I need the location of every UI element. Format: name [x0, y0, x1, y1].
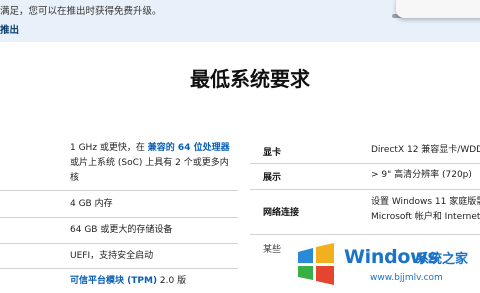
firmware-requirement: UEFI，支持安全启动: [70, 251, 154, 261]
divider: [0, 268, 238, 269]
watermark-url: www.bjjmlv.com: [370, 273, 443, 283]
tpm-version: 2.0 版: [157, 276, 187, 286]
divider: [250, 163, 480, 164]
banner-link[interactable]: 推出: [0, 22, 19, 36]
windows-logo-icon: [298, 243, 334, 285]
compatible-processor-link[interactable]: 兼容的 64 位处理器: [148, 143, 230, 153]
page-title: 最低系统要求: [190, 67, 310, 91]
promo-banner: 满足，您可以在推出时获得免费升级。 推出: [0, 0, 480, 42]
watermark-site-name: 系统之家: [416, 252, 469, 267]
processor-text-line2: 或片上系统 (SoC) 上具有 2 个或更多内: [70, 158, 229, 168]
display-value: > 9" 高清分辨率 (720p): [371, 170, 472, 180]
tpm-link[interactable]: 可信平台模块 (TPM): [70, 276, 157, 286]
graphics-value: DirectX 12 兼容显卡/WDDM: [371, 145, 480, 155]
divider: [0, 243, 238, 244]
processor-requirement: 1 GHz 或更快，在 兼容的 64 位处理器: [70, 141, 230, 156]
storage-requirement: 64 GB 或更大的存储设备: [70, 225, 173, 235]
laptop-image: [396, 0, 480, 18]
tpm-requirement: 可信平台模块 (TPM) 2.0 版: [70, 274, 186, 289]
divider: [0, 217, 238, 218]
network-label: 网络连接: [263, 208, 300, 218]
divider: [0, 190, 238, 191]
more-text: 某些: [263, 245, 282, 255]
site-watermark: Windows 系统之家 www.bjjmlv.com: [288, 236, 480, 293]
network-value-line2: Microsoft 帐户和 Internet 连: [371, 212, 480, 222]
banner-text: 满足，您可以在推出时获得免费升级。: [0, 6, 162, 17]
graphics-label: 显卡: [263, 148, 282, 158]
divider: [250, 189, 480, 190]
processor-text-line3: 核: [70, 173, 80, 183]
memory-requirement: 4 GB 内存: [70, 199, 113, 209]
processor-text: 1 GHz 或更快，在: [70, 143, 145, 153]
display-label: 展示: [263, 173, 282, 183]
divider: [250, 234, 480, 235]
network-value-line1: 设置 Windows 11 家庭版需: [371, 197, 480, 207]
